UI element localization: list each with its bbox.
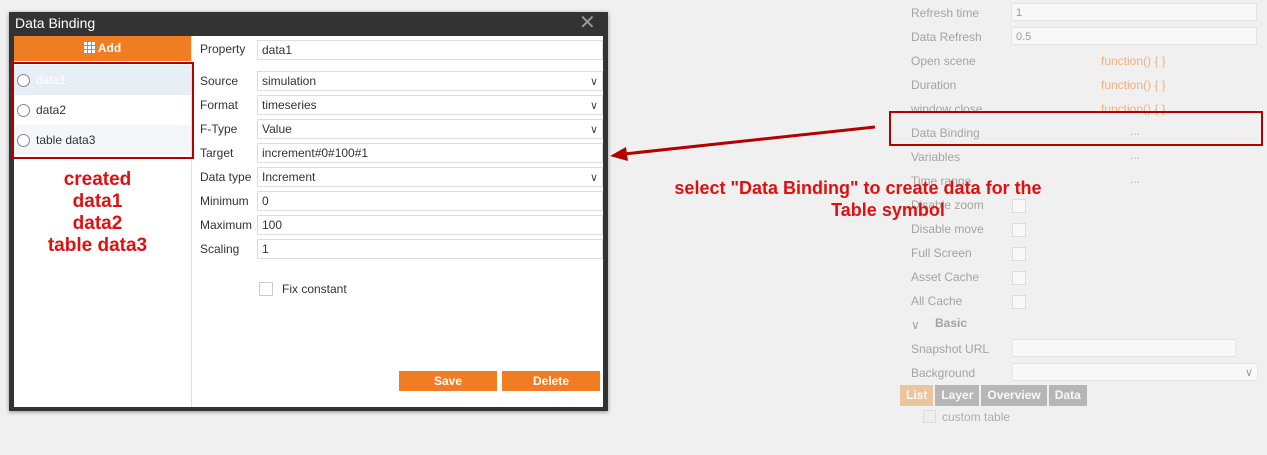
pointer-arrow-icon bbox=[610, 125, 876, 161]
